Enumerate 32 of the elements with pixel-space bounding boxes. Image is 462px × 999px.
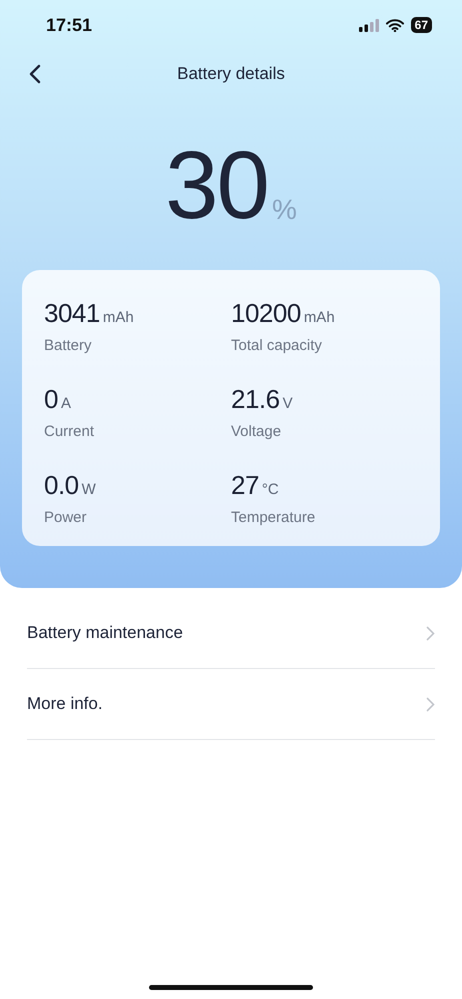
stat-value: 10200 xyxy=(231,298,301,329)
stat-label: Battery xyxy=(44,337,93,354)
stat-unit: A xyxy=(60,395,71,412)
stat-value: 27 xyxy=(231,470,259,501)
stat-label: Power xyxy=(44,509,88,526)
stat-label: Temperature xyxy=(231,509,316,526)
wifi-icon xyxy=(386,18,404,32)
stat-label: Total capacity xyxy=(231,337,323,354)
stat-unit: mAh xyxy=(304,309,335,326)
chevron-icon xyxy=(426,626,435,640)
page-title: Battery details xyxy=(177,64,285,84)
stat-unit: W xyxy=(82,481,96,498)
signal-icon xyxy=(358,18,379,32)
stat-unit: °C xyxy=(262,481,279,498)
chevron-icon xyxy=(426,696,435,712)
charge-unit: % xyxy=(272,194,297,226)
stat-value: 3041 xyxy=(44,298,100,329)
stat-label: Current xyxy=(44,423,96,440)
battery-indicator: 67 xyxy=(410,17,432,33)
stat-value: 0.0 xyxy=(44,470,79,501)
status-time: 17:51 xyxy=(46,14,92,36)
menu-item[interactable]: Battery maintenance xyxy=(27,598,435,669)
stat-label: Voltage xyxy=(231,423,282,440)
stat-unit: V xyxy=(282,395,293,412)
stat-value: 0 xyxy=(44,384,58,415)
menu-label: More info. xyxy=(27,694,103,714)
stat-unit: mAh xyxy=(102,309,134,326)
menu-item[interactable]: More info. xyxy=(27,669,435,740)
stat-value: 21.6 xyxy=(231,384,280,415)
charge-value: 30 xyxy=(165,138,268,234)
back-icon[interactable] xyxy=(28,64,42,84)
menu-label: Battery maintenance xyxy=(27,623,183,643)
